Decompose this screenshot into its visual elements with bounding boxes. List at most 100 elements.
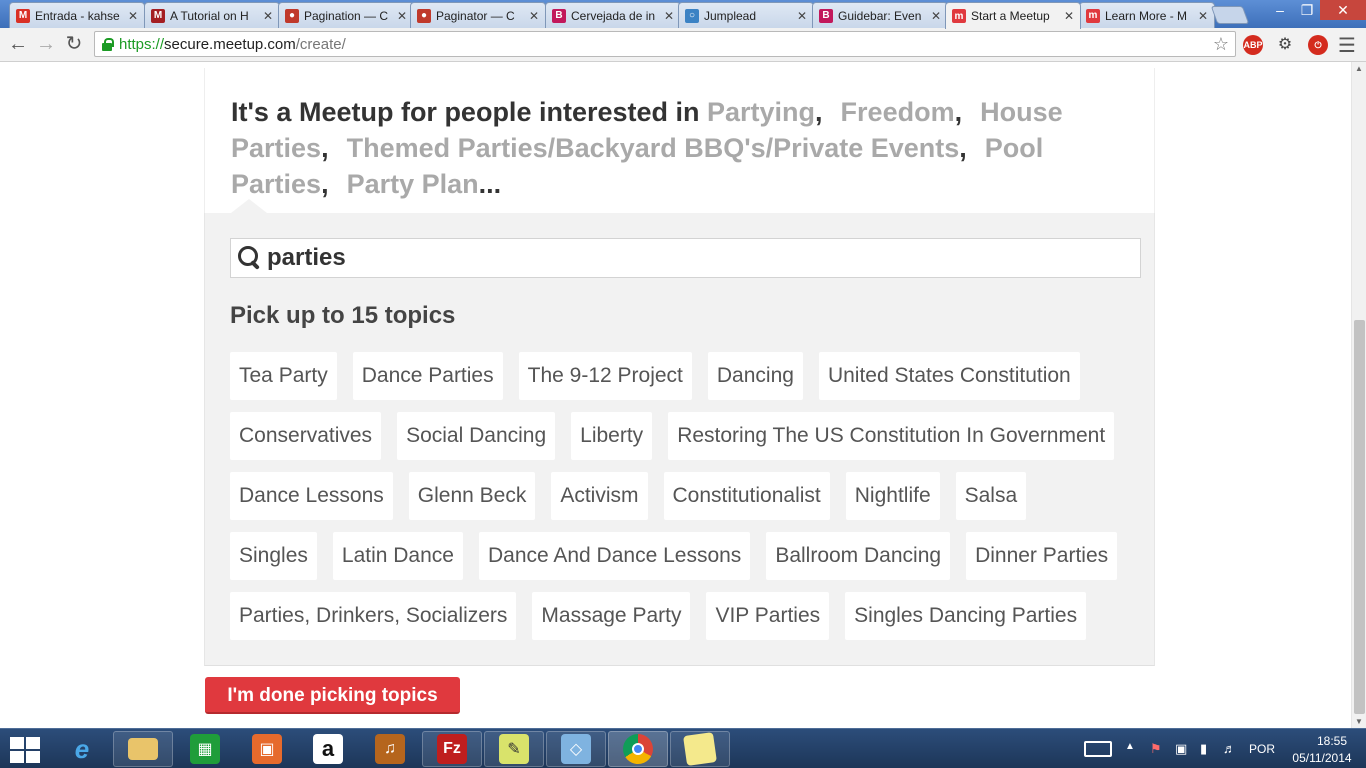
- action-center-icon[interactable]: ⚑: [1150, 741, 1162, 757]
- forward-icon[interactable]: →: [34, 32, 58, 56]
- browser-tab[interactable]: m Start a Meetup ✕: [945, 2, 1081, 29]
- topic-chip[interactable]: Liberty: [571, 412, 653, 460]
- browser-tab-strip: M Entrada - kahse ✕ M A Tutorial on H ✕ ● Pagin…: [0, 0, 1366, 29]
- network-icon[interactable]: ▣: [1175, 741, 1187, 757]
- topic-chip[interactable]: Dance And Dance Lessons: [478, 532, 751, 580]
- close-tab-icon[interactable]: ✕: [529, 9, 539, 23]
- browser-tab[interactable]: ● Pagination — C ✕: [278, 2, 414, 28]
- scroll-thumb[interactable]: [1354, 320, 1365, 714]
- topic-chip[interactable]: Singles: [230, 532, 317, 580]
- topic-chip[interactable]: The 9-12 Project: [518, 352, 692, 400]
- show-hidden-icons-icon[interactable]: ▲: [1125, 741, 1135, 752]
- browser-tab[interactable]: B Cervejada de in ✕: [545, 2, 681, 28]
- close-tab-icon[interactable]: ✕: [263, 9, 273, 23]
- summary-topic: Freedom: [840, 97, 955, 127]
- topic-chip[interactable]: Singles Dancing Parties: [845, 592, 1087, 640]
- close-tab-icon[interactable]: ✕: [128, 9, 138, 23]
- keyboard-icon[interactable]: [1084, 741, 1112, 757]
- browser-tab[interactable]: M Entrada - kahse ✕: [9, 2, 145, 28]
- topic-chip[interactable]: Social Dancing: [397, 412, 556, 460]
- topic-chip[interactable]: Dinner Parties: [966, 532, 1118, 580]
- topic-chip[interactable]: Conservatives: [230, 412, 382, 460]
- topic-chip[interactable]: Parties, Drinkers, Socializers: [230, 592, 517, 640]
- clock-time[interactable]: 18:55: [1307, 734, 1357, 748]
- globe-icon: ○: [685, 8, 699, 23]
- file-explorer-icon[interactable]: [113, 731, 173, 767]
- done-picking-topics-button[interactable]: I'm done picking topics: [205, 677, 460, 714]
- language-indicator[interactable]: POR: [1249, 742, 1275, 756]
- close-tab-icon[interactable]: ✕: [931, 9, 941, 23]
- bookmark-star-icon[interactable]: ☆: [1213, 34, 1229, 55]
- tab-title: Learn More - M: [1105, 8, 1188, 23]
- address-bar[interactable]: https://secure.meetup.com/create/ ☆: [94, 31, 1236, 57]
- store-icon[interactable]: ▦: [175, 731, 235, 767]
- topic-row: Conservatives Social Dancing Liberty Restor…: [230, 412, 1150, 460]
- url-scheme: https://: [119, 35, 165, 53]
- topic-chip[interactable]: Salsa: [955, 472, 1027, 520]
- box-icon[interactable]: ◇: [546, 731, 606, 767]
- scroll-down-icon[interactable]: ▼: [1355, 717, 1363, 726]
- internet-explorer-icon[interactable]: e: [52, 731, 112, 767]
- browser-tab[interactable]: B Guidebar: Even ✕: [812, 2, 948, 28]
- summary-separator: ,: [815, 97, 823, 127]
- scroll-up-icon[interactable]: ▲: [1355, 64, 1363, 73]
- system-tray: ▲ ⚑ ▣ ▮ ♬ POR 18:55 05/11/2014: [1080, 729, 1366, 768]
- sticky-notes-icon[interactable]: [670, 731, 730, 767]
- summary-separator: ,: [321, 133, 329, 163]
- close-window-icon[interactable]: ✕: [1320, 0, 1366, 20]
- media-icon[interactable]: ♫: [360, 731, 420, 767]
- power-extension-icon[interactable]: ⏻: [1308, 35, 1328, 55]
- topic-chip[interactable]: Restoring The US Constitution In Governm…: [668, 412, 1115, 460]
- tab-title: A Tutorial on H: [170, 8, 249, 23]
- topic-chip[interactable]: Dancing: [707, 352, 803, 400]
- browser-tab[interactable]: ○ Jumplead ✕: [678, 2, 814, 28]
- restore-icon[interactable]: ❐: [1294, 0, 1320, 20]
- reload-icon[interactable]: ↻: [62, 32, 86, 56]
- clock-date[interactable]: 05/11/2014: [1287, 751, 1357, 765]
- windows-start-icon[interactable]: [8, 735, 40, 763]
- topic-chip[interactable]: Nightlife: [845, 472, 940, 520]
- url-host: secure.meetup.com: [164, 35, 296, 53]
- minimize-icon[interactable]: –: [1266, 0, 1294, 20]
- close-tab-icon[interactable]: ✕: [1198, 9, 1208, 23]
- summary-topic: Themed Parties/Backyard BBQ's/Private Ev…: [346, 133, 960, 163]
- adblock-plus-icon[interactable]: ABP: [1243, 35, 1263, 55]
- topic-chip[interactable]: Tea Party: [230, 352, 337, 400]
- b-icon: B: [552, 8, 566, 23]
- amazon-icon[interactable]: a: [298, 731, 358, 767]
- close-tab-icon[interactable]: ✕: [797, 9, 807, 23]
- topic-search-input[interactable]: [267, 244, 1127, 272]
- page-scrollbar[interactable]: ▲ ▼: [1351, 62, 1366, 728]
- close-tab-icon[interactable]: ✕: [1064, 9, 1074, 23]
- topic-chip[interactable]: Activism: [551, 472, 648, 520]
- topic-chip[interactable]: Dance Parties: [352, 352, 503, 400]
- topic-chip[interactable]: United States Constitution: [818, 352, 1080, 400]
- chrome-icon[interactable]: [608, 731, 668, 767]
- browser-tab[interactable]: m Learn More - M ✕: [1079, 2, 1215, 28]
- topic-chip[interactable]: Ballroom Dancing: [766, 532, 951, 580]
- battery-icon[interactable]: ▮: [1200, 741, 1207, 757]
- topic-chip[interactable]: Dance Lessons: [230, 472, 393, 520]
- new-tab-button[interactable]: [1210, 6, 1250, 24]
- browser-tab[interactable]: M A Tutorial on H ✕: [144, 2, 280, 28]
- topic-chip[interactable]: Latin Dance: [332, 532, 463, 580]
- volume-icon[interactable]: ♬: [1223, 741, 1236, 756]
- topic-chip[interactable]: Glenn Beck: [408, 472, 536, 520]
- browser-tab[interactable]: ● Paginator — C ✕: [410, 2, 546, 28]
- notepad-icon[interactable]: ✎: [484, 731, 544, 767]
- tab-title: Cervejada de in: [571, 8, 656, 23]
- back-icon[interactable]: ←: [6, 32, 30, 56]
- topic-chip[interactable]: VIP Parties: [706, 592, 830, 640]
- close-tab-icon[interactable]: ✕: [664, 9, 674, 23]
- office-icon[interactable]: ▣: [237, 731, 297, 767]
- search-icon: [237, 245, 263, 271]
- filezilla-icon[interactable]: Fz: [422, 731, 482, 767]
- tab-title: Jumplead: [704, 8, 757, 23]
- topic-chip[interactable]: Constitutionalist: [663, 472, 830, 520]
- tab-title: Guidebar: Even: [838, 8, 922, 23]
- close-tab-icon[interactable]: ✕: [397, 9, 407, 23]
- topic-search-box[interactable]: [230, 238, 1141, 278]
- chrome-menu-icon[interactable]: ☰: [1338, 33, 1356, 58]
- extension-icon[interactable]: ⚙: [1275, 35, 1295, 55]
- topic-chip[interactable]: Massage Party: [532, 592, 691, 640]
